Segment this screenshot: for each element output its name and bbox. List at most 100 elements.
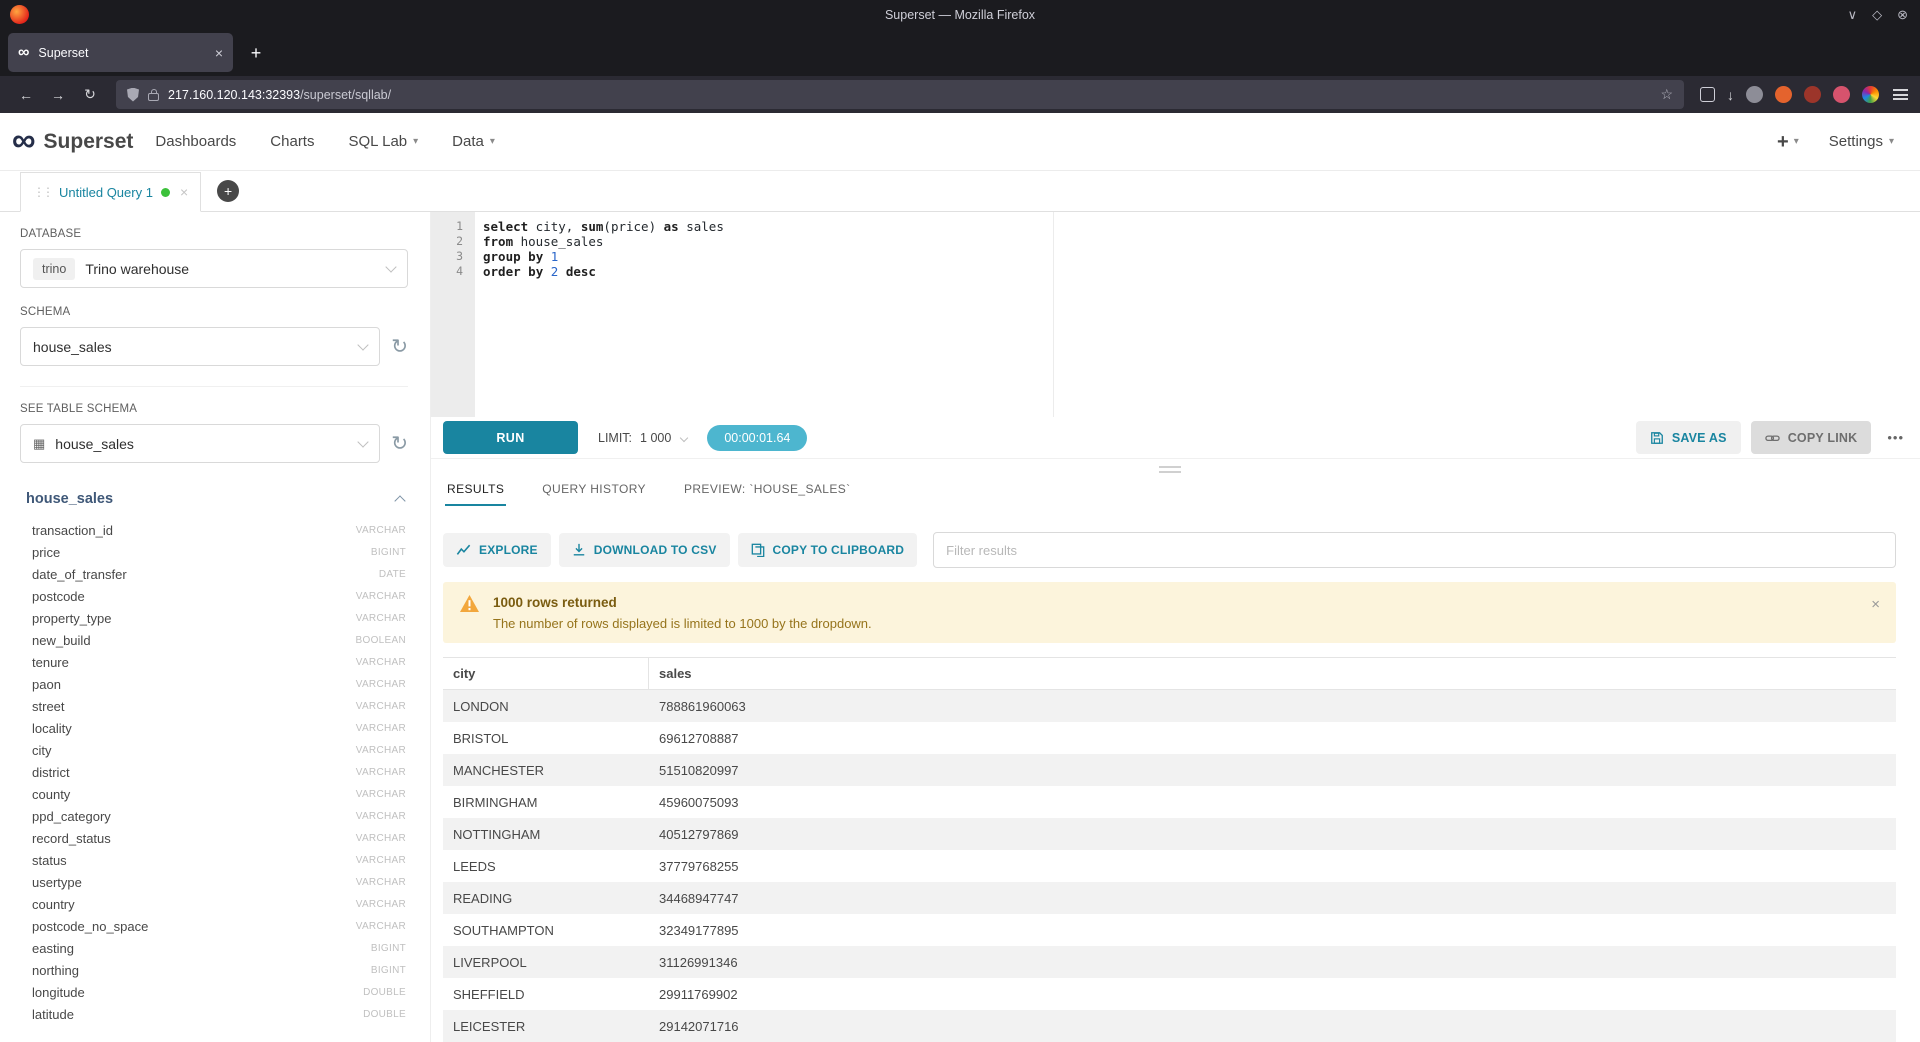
results-tab[interactable]: QUERY HISTORY: [540, 477, 648, 506]
reload-button[interactable]: ↻: [76, 81, 104, 109]
browser-tab[interactable]: ∞ Superset ×: [8, 33, 233, 72]
table-row: READING 34468947747: [443, 882, 1896, 914]
superset-logo-icon: ∞: [12, 123, 36, 156]
window-maximize-icon[interactable]: ◇: [1872, 7, 1882, 23]
filter-results-input[interactable]: [933, 532, 1896, 568]
window-shade-icon[interactable]: ∨: [1848, 7, 1858, 23]
menu-icon[interactable]: [1893, 89, 1908, 100]
add-query-tab-button[interactable]: +: [217, 180, 239, 202]
nav-item[interactable]: SQL Lab ▾: [348, 133, 418, 150]
tracking-shield-icon[interactable]: [127, 88, 139, 102]
column-type: VARCHAR: [356, 745, 406, 756]
bookmark-star-icon[interactable]: ☆: [1660, 86, 1673, 103]
column-type: BIGINT: [371, 943, 406, 954]
column-name: postcode_no_space: [32, 919, 148, 934]
schema-refresh-icon[interactable]: ↻: [391, 337, 408, 357]
tab-close-icon[interactable]: ×: [215, 45, 223, 61]
save-as-button[interactable]: SAVE AS: [1636, 421, 1741, 454]
column-name: street: [32, 699, 65, 714]
run-button[interactable]: RUN: [443, 421, 578, 454]
column-header-city[interactable]: city: [443, 658, 649, 689]
sales-cell: 45960075093: [649, 795, 1896, 810]
column-type: VARCHAR: [356, 723, 406, 734]
nav-item[interactable]: Charts: [270, 133, 314, 150]
window-close-icon[interactable]: ⊗: [1897, 7, 1908, 23]
column-type: VARCHAR: [356, 899, 406, 910]
column-row: postcode_no_space VARCHAR: [20, 915, 408, 937]
table-row: SHEFFIELD 29911769902: [443, 978, 1896, 1010]
column-type: BIGINT: [371, 547, 406, 558]
schema-select[interactable]: house_sales: [20, 327, 380, 366]
save-to-pocket-icon[interactable]: [1700, 87, 1715, 102]
city-cell: BIRMINGHAM: [443, 795, 649, 810]
column-name: paon: [32, 677, 61, 692]
editor-line-numbers: 1234: [431, 212, 475, 417]
column-name: price: [32, 545, 60, 560]
back-button[interactable]: ←: [12, 81, 40, 109]
results-tab[interactable]: RESULTS: [445, 477, 506, 506]
limit-dropdown[interactable]: LIMIT: 1 000: [598, 431, 687, 445]
query-tab[interactable]: ⋮⋮ Untitled Query 1 ×: [20, 172, 201, 212]
database-select[interactable]: trino Trino warehouse: [20, 249, 408, 288]
column-type: VARCHAR: [356, 525, 406, 536]
sql-code[interactable]: select city, sum(price) as salesfrom hou…: [475, 212, 1920, 417]
extension-icon-c[interactable]: [1804, 86, 1821, 103]
column-row: paon VARCHAR: [20, 673, 408, 695]
new-tab-button[interactable]: +: [241, 38, 271, 68]
line-number: 1: [431, 219, 463, 234]
results-toolbar: EXPLORE DOWNLOAD TO CSV COPY TO CLIPBOAR…: [443, 532, 1896, 568]
firefox-icon: [10, 5, 29, 24]
column-name: county: [32, 787, 70, 802]
table-section-header[interactable]: house_sales: [26, 491, 404, 507]
pane-resize-handle[interactable]: [443, 461, 1896, 477]
nav-item[interactable]: Dashboards: [155, 133, 236, 150]
results-tab[interactable]: PREVIEW: `HOUSE_SALES`: [682, 477, 853, 506]
query-tab-close-icon[interactable]: ×: [180, 184, 188, 200]
column-row: easting BIGINT: [20, 937, 408, 959]
column-row: property_type VARCHAR: [20, 607, 408, 629]
collapse-chevron-up-icon[interactable]: [394, 495, 405, 506]
nav-item[interactable]: Data ▾: [452, 133, 495, 150]
column-name: district: [32, 765, 70, 780]
sql-editor[interactable]: 1234 select city, sum(price) as salesfro…: [431, 212, 1920, 417]
copy-clipboard-button[interactable]: COPY TO CLIPBOARD: [738, 533, 918, 567]
forward-button[interactable]: →: [44, 81, 72, 109]
sales-cell: 29911769902: [649, 987, 1896, 1002]
more-options-button[interactable]: •••: [1887, 430, 1904, 445]
plus-icon: +: [1777, 132, 1789, 152]
column-type: VARCHAR: [356, 855, 406, 866]
drag-handle-icon[interactable]: ⋮⋮: [33, 185, 51, 199]
column-name: usertype: [32, 875, 82, 890]
explore-button[interactable]: EXPLORE: [443, 533, 551, 567]
column-row: longitude DOUBLE: [20, 981, 408, 1003]
extension-icon-a[interactable]: [1746, 86, 1763, 103]
extension-icon-d[interactable]: [1833, 86, 1850, 103]
table-refresh-icon[interactable]: ↻: [391, 434, 408, 454]
extension-icon-b[interactable]: [1775, 86, 1792, 103]
code-line: select city, sum(price) as sales: [483, 219, 1920, 234]
chevron-down-icon: [358, 339, 369, 350]
column-name: status: [32, 853, 67, 868]
table-schema-select[interactable]: ▦ house_sales: [20, 424, 380, 463]
column-type: VARCHAR: [356, 767, 406, 778]
downloads-icon[interactable]: ↓: [1727, 81, 1734, 109]
editor-ruler: [1053, 212, 1054, 417]
copy-icon: [751, 543, 765, 557]
column-type: VARCHAR: [356, 921, 406, 932]
column-name: postcode: [32, 589, 85, 604]
column-row: price BIGINT: [20, 541, 408, 563]
column-type: VARCHAR: [356, 811, 406, 822]
link-icon: [1765, 432, 1780, 444]
lock-icon[interactable]: [148, 93, 159, 101]
download-csv-button[interactable]: DOWNLOAD TO CSV: [559, 533, 730, 567]
window-title: Superset — Mozilla Firefox: [885, 8, 1035, 22]
new-item-button[interactable]: + ▾: [1777, 132, 1799, 152]
url-bar[interactable]: 217.160.120.143:32393/superset/sqllab/ ☆: [116, 80, 1684, 109]
superset-logo[interactable]: ∞ Superset: [12, 127, 133, 156]
extension-icon-e[interactable]: [1862, 86, 1879, 103]
alert-close-icon[interactable]: ×: [1871, 594, 1880, 613]
copy-link-button[interactable]: COPY LINK: [1751, 421, 1872, 454]
column-header-sales[interactable]: sales: [649, 658, 1896, 689]
column-type: BIGINT: [371, 965, 406, 976]
settings-menu[interactable]: Settings ▾: [1829, 133, 1894, 150]
